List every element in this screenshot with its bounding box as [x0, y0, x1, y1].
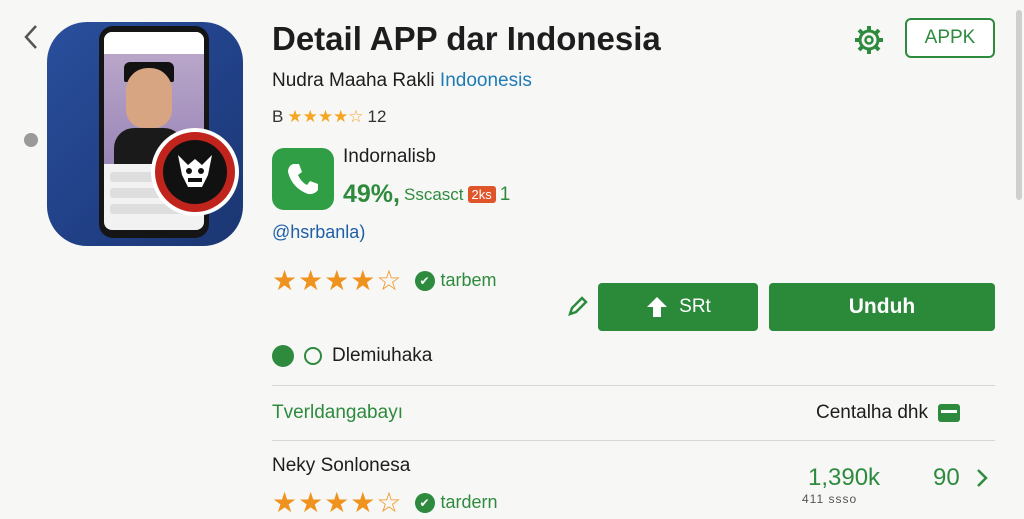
- app-handle-link[interactable]: @hsrbanla): [272, 222, 365, 243]
- category-row[interactable]: Dlemiuhaka: [272, 345, 432, 367]
- download-button[interactable]: Unduh: [769, 283, 995, 331]
- scrollbar[interactable]: [1016, 10, 1022, 200]
- apk-button[interactable]: APPK: [905, 18, 995, 58]
- list-item-count: 90: [933, 464, 960, 491]
- chevron-right-icon: [977, 469, 988, 487]
- divider: [272, 385, 995, 386]
- verified-badge[interactable]: ✔ tarbem: [414, 270, 497, 291]
- app-icon[interactable]: [272, 148, 334, 210]
- share-icon: [647, 297, 668, 317]
- divider: [272, 440, 995, 441]
- location-icon: [272, 345, 294, 367]
- share-label: SRt: [679, 296, 711, 317]
- list-item-rating: ★★★★☆ ✔ tardern: [272, 486, 498, 519]
- share-button[interactable]: SRt: [598, 283, 758, 331]
- page-title: Detail APP dar Indonesia: [272, 20, 661, 57]
- list-item-stars: ★★★★☆: [272, 487, 403, 518]
- verified-icon: ✔: [414, 270, 435, 291]
- category-label: Dlemiuhaka: [332, 345, 433, 366]
- rating-row: ★★★★☆ ✔ tarbem: [272, 264, 497, 297]
- app-screenshot[interactable]: [47, 22, 243, 246]
- app-tag: 2ks: [467, 186, 496, 203]
- settings-button[interactable]: [853, 24, 885, 56]
- search-icon: [304, 347, 322, 365]
- rating-count: 12: [367, 107, 387, 126]
- section-action[interactable]: Centalha dhk: [816, 402, 960, 424]
- carousel-dot[interactable]: [24, 133, 38, 147]
- edit-button[interactable]: [566, 294, 590, 318]
- gear-icon: [855, 26, 883, 54]
- verified-icon: ✔: [414, 492, 435, 513]
- phone-icon: [288, 164, 318, 195]
- app-percent-sub: Sscasct: [403, 184, 464, 204]
- app-name: Indornalisb: [343, 146, 436, 167]
- card-icon: [937, 404, 960, 422]
- developer-name: Nudra Maaha Rakli: [272, 70, 435, 91]
- rating-summary: B ★★★★☆ 12: [272, 107, 386, 127]
- list-item-size-sub: 411 ssso: [802, 492, 858, 506]
- rating-prefix: B: [272, 107, 284, 126]
- developer-link[interactable]: Indoonesis: [440, 70, 532, 91]
- verified-label: tarbem: [440, 270, 497, 290]
- developer-line: Nudra Maaha Rakli Indoonesis: [272, 70, 532, 92]
- rating-stars-large: ★★★★☆: [272, 265, 403, 296]
- list-item-badge-label: tardern: [440, 492, 498, 512]
- rating-stars: ★★★★☆: [287, 107, 364, 126]
- list-item-size: 1,390k: [808, 464, 881, 491]
- list-item-name[interactable]: Neky Sonlonesa: [272, 455, 410, 477]
- chevron-left-icon: [24, 25, 37, 49]
- list-item-open-button[interactable]: [972, 466, 992, 490]
- mascot-badge-icon: [151, 128, 239, 216]
- back-button[interactable]: [18, 22, 46, 52]
- section-action-label: Centalha dhk: [816, 402, 928, 423]
- app-percent: 49%,: [343, 180, 400, 208]
- app-stats: 49%, Sscasct 2ks 1: [343, 180, 510, 209]
- app-tag-count: 1: [499, 183, 511, 205]
- pencil-icon: [568, 296, 588, 316]
- section-link[interactable]: Tverldangabayı: [272, 402, 403, 424]
- list-item-badge: ✔ tardern: [414, 492, 498, 513]
